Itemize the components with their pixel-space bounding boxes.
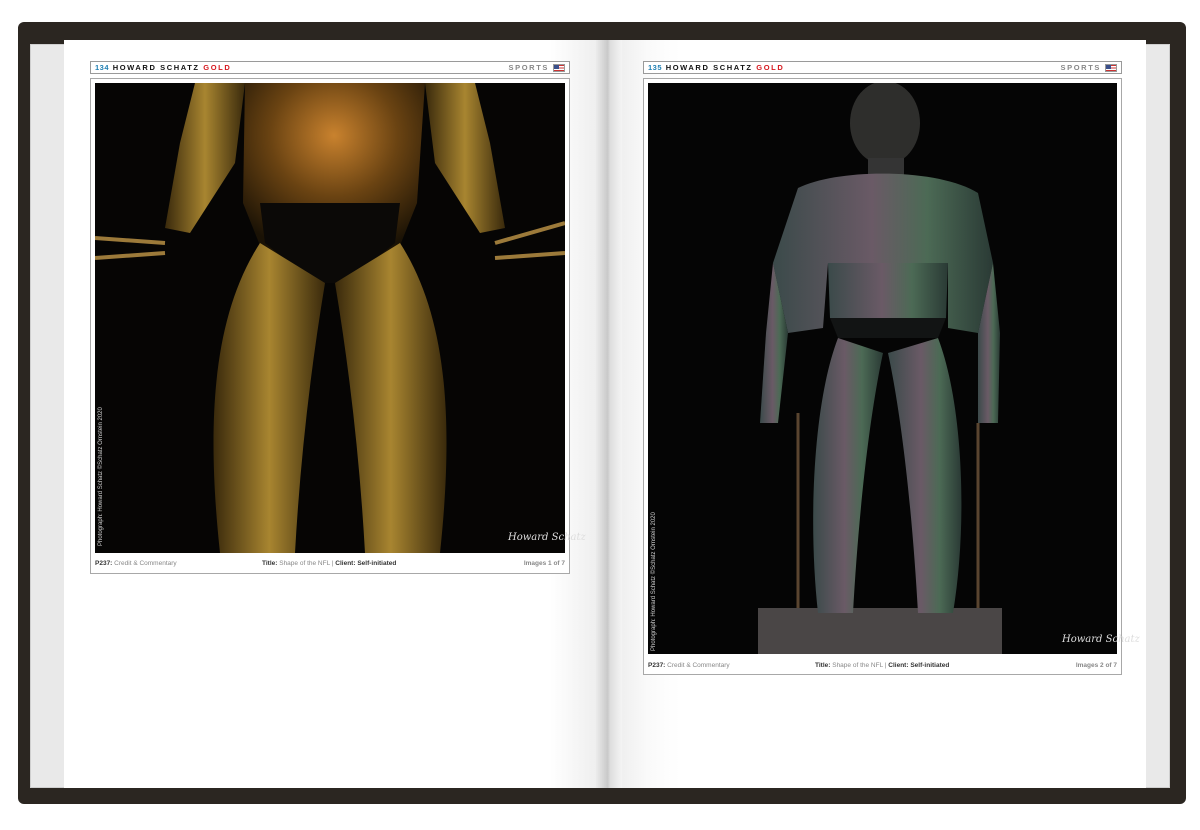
left-page-header: 134 HOWARD SCHATZ GOLD SPORTS <box>90 61 570 74</box>
edition-label: GOLD <box>203 63 232 72</box>
us-flag-icon <box>553 64 565 72</box>
caption-separator: | <box>331 560 334 567</box>
caption-separator: | <box>884 662 887 669</box>
page-edges-left <box>30 44 66 788</box>
us-flag-icon <box>1105 64 1117 72</box>
caption-title-text: Shape of the NFL <box>832 662 883 669</box>
caption-title-label: Title: <box>815 662 831 669</box>
book-spine-shadow <box>596 40 622 788</box>
caption-client-label: Client: <box>888 662 909 669</box>
signature: Howard Schatz <box>508 532 586 543</box>
bodybuilder-gold-illustration <box>95 83 565 553</box>
bodybuilder-gold-photo <box>95 83 565 553</box>
right-caption: P237: Credit & Commentary Title: Shape o… <box>648 659 1117 673</box>
edition-label: GOLD <box>756 63 785 72</box>
caption-title-text: Shape of the NFL <box>279 560 330 567</box>
caption-image-count: Images 1 of 7 <box>523 560 565 567</box>
page-edges-right <box>1144 44 1170 788</box>
photographer-name: HOWARD SCHATZ <box>665 63 753 72</box>
caption-title-label: Title: <box>262 560 278 567</box>
caption-ref-label: P237: <box>648 662 666 669</box>
athlete-standing-photo <box>648 83 1117 654</box>
caption-ref-label: P237: <box>95 560 113 567</box>
photo-credit: Photograph: Howard Schatz ©Schatz Ornste… <box>98 407 104 546</box>
left-caption: P237: Credit & Commentary Title: Shape o… <box>95 557 565 571</box>
caption-client-text: Self-initiated <box>910 662 950 669</box>
section-label: SPORTS <box>1060 63 1101 72</box>
page-number: 134 <box>95 63 110 72</box>
signature: Howard Schatz <box>1062 634 1140 645</box>
caption-ref-text: Credit & Commentary <box>114 560 177 567</box>
right-page-header: 135 HOWARD SCHATZ GOLD SPORTS <box>643 61 1122 74</box>
caption-ref-text: Credit & Commentary <box>667 662 730 669</box>
caption-client-label: Client: <box>335 560 356 567</box>
athlete-standing-illustration <box>648 83 1117 654</box>
caption-client-text: Self-initiated <box>357 560 397 567</box>
section-label: SPORTS <box>508 63 549 72</box>
photo-credit: Photograph: Howard Schatz ©Schatz Ornste… <box>651 512 657 651</box>
caption-image-count: Images 2 of 7 <box>1075 662 1117 669</box>
photographer-name: HOWARD SCHATZ <box>112 63 200 72</box>
page-number: 135 <box>648 63 663 72</box>
